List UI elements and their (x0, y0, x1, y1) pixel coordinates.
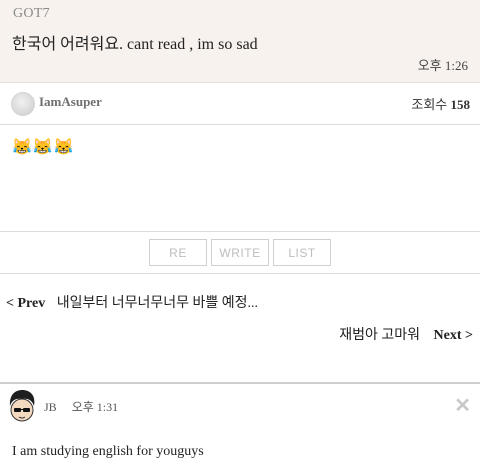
reply-timestamp: 오후 1:26 (417, 58, 468, 73)
divider (0, 382, 480, 384)
view-count-value: 158 (450, 97, 471, 112)
list-button[interactable]: LIST (273, 239, 331, 266)
reply-text: 한국어 어려워요. cant read , im so sad (12, 36, 258, 53)
post-header: IamAsuper 조회수 158 (0, 83, 480, 125)
divider (0, 273, 480, 274)
next-post-title[interactable]: 재범아 고마워 (339, 328, 420, 343)
prev-label[interactable]: < Prev (6, 296, 45, 311)
avatar[interactable] (11, 92, 35, 116)
prev-post-title[interactable]: 내일부터 너무너무너무 바쁠 예정... (57, 296, 258, 311)
comment-meta: JB 오후 1:31 (44, 398, 118, 415)
next-label[interactable]: Next > (434, 328, 473, 343)
reply-author[interactable]: GOT7 (13, 6, 50, 22)
divider (0, 231, 480, 232)
view-count: 조회수 158 (411, 94, 470, 113)
write-button[interactable]: WRITE (211, 239, 269, 266)
comment-text: I am studying english for youguys (12, 444, 204, 459)
post-body: 😹😹😹 (12, 139, 75, 156)
prev-post-link[interactable]: < Prev 내일부터 너무너무너무 바쁠 예정... (6, 292, 258, 312)
comment-author[interactable]: JB (44, 400, 57, 414)
post-author[interactable]: IamAsuper (39, 94, 102, 110)
avatar[interactable] (6, 388, 38, 422)
reply-card: GOT7 한국어 어려워요. cant read , im so sad 오후 … (0, 0, 480, 83)
re-button[interactable]: RE (149, 239, 207, 266)
view-count-label: 조회수 (411, 97, 448, 112)
next-post-link[interactable]: 재범아 고마워 Next > (339, 324, 473, 344)
comment-timestamp: 오후 1:31 (71, 400, 119, 414)
close-icon[interactable]: ✕ (454, 393, 471, 418)
